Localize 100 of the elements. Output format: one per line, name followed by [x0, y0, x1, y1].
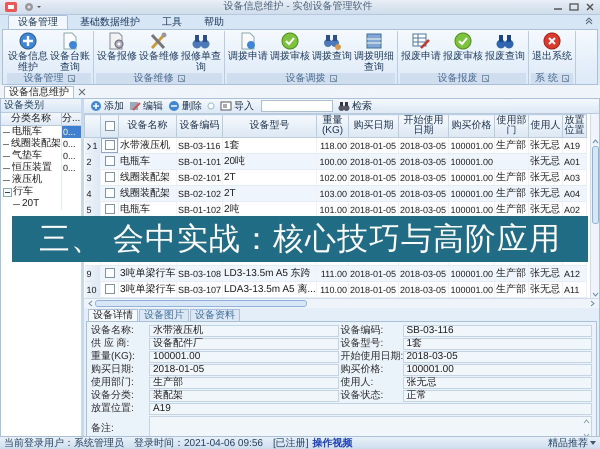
column-header[interactable]: 使用部门: [494, 114, 528, 138]
input-field[interactable]: 100001.00: [402, 364, 592, 376]
tree-value-cell[interactable]: 0...: [62, 162, 81, 174]
row-checkbox[interactable]: [104, 188, 114, 198]
ribbon-tab[interactable]: 设备管理: [8, 15, 68, 29]
vertical-scrollbar[interactable]: [590, 114, 599, 298]
row-checkbox[interactable]: [104, 268, 114, 278]
horizontal-scrollbar[interactable]: [84, 298, 599, 308]
ribbon-tab[interactable]: 工具: [152, 15, 192, 29]
scroll-down-icon[interactable]: [592, 292, 598, 298]
row-checkbox[interactable]: [104, 204, 114, 214]
row-checkbox[interactable]: [104, 156, 114, 166]
tree-value-cell[interactable]: 0...: [62, 138, 81, 150]
column-header[interactable]: 分...: [62, 113, 81, 125]
input-field[interactable]: 设备配件厂: [149, 338, 338, 350]
ribbon-button[interactable]: 调拨查询: [311, 31, 353, 73]
collapse-icon[interactable]: [3, 188, 12, 196]
dialog-launcher-icon[interactable]: [562, 75, 569, 82]
toolbar-button[interactable]: 添加: [90, 99, 124, 113]
input-field[interactable]: 生产部: [149, 377, 338, 389]
input-field[interactable]: 2018-01-05: [149, 364, 338, 376]
row-header[interactable]: 1: [84, 138, 100, 154]
toolbar-button[interactable]: 删除: [168, 99, 202, 113]
tree-item[interactable]: 20T: [22, 198, 40, 210]
tree-value-cell[interactable]: 0...: [62, 126, 81, 138]
input-field[interactable]: 2018-03-05: [402, 351, 592, 363]
column-header[interactable]: 使用人: [528, 114, 562, 138]
radio-icon[interactable]: [207, 102, 215, 110]
column-header[interactable]: 设备型号: [222, 114, 316, 138]
close-icon[interactable]: [584, 2, 596, 12]
select-all-checkbox[interactable]: [104, 120, 114, 131]
search-field[interactable]: [261, 100, 333, 112]
dialog-launcher-icon[interactable]: [178, 75, 184, 82]
column-header[interactable]: 放置位置: [562, 114, 586, 138]
row-header[interactable]: 10: [84, 282, 100, 298]
column-header[interactable]: 开始使用日期: [398, 114, 448, 138]
dialog-launcher-icon[interactable]: [330, 75, 336, 82]
dialog-launcher-icon[interactable]: [68, 75, 74, 82]
scroll-up-icon[interactable]: [592, 138, 598, 144]
maximize-icon[interactable]: [568, 2, 580, 12]
row-header[interactable]: 3: [84, 170, 100, 186]
ribbon-button[interactable]: 报废审核: [442, 31, 484, 73]
toolbar-button[interactable]: 导入: [220, 99, 254, 113]
ribbon-button[interactable]: 设备信息维护: [7, 31, 49, 73]
input-field[interactable]: 正常: [402, 390, 592, 402]
table-cell: 100001.00: [450, 284, 493, 294]
toolbar-button[interactable]: 编辑: [129, 99, 163, 113]
video-link[interactable]: 操作视频: [312, 436, 353, 449]
input-field[interactable]: SB-03-116: [402, 325, 592, 337]
input-field[interactable]: 100001.00: [149, 351, 338, 363]
column-header[interactable]: 购买价格: [448, 114, 494, 138]
scroll-right-icon[interactable]: [590, 300, 596, 307]
column-header[interactable]: 设备名称: [118, 114, 176, 138]
ribbon-button[interactable]: 报修单查询: [180, 31, 222, 73]
row-header[interactable]: 9: [84, 266, 100, 282]
scroll-left-icon[interactable]: [87, 300, 93, 307]
document-tab[interactable]: 设备信息维护: [4, 86, 74, 98]
input-field[interactable]: 张无忌: [402, 377, 592, 389]
input-field[interactable]: A19: [149, 403, 592, 415]
column-header[interactable]: 分类名称: [1, 113, 62, 125]
column-header[interactable]: 重量(KG): [316, 114, 348, 138]
ribbon-button[interactable]: 退出系统: [531, 31, 573, 73]
ribbon-button[interactable]: 调拨申请: [227, 31, 269, 73]
detail-tab[interactable]: 设备图片: [139, 309, 189, 321]
detail-tab[interactable]: 设备资料: [190, 309, 240, 321]
input-field[interactable]: 水带液压机: [149, 325, 338, 337]
row-header[interactable]: 2: [84, 154, 100, 170]
table-cell: 2018-01-05: [350, 172, 396, 182]
tree-item[interactable]: 电瓶车: [12, 126, 42, 138]
column-header[interactable]: 购买日期: [348, 114, 398, 138]
scroll-up-icon[interactable]: [583, 418, 590, 424]
tree-item[interactable]: 气垫车: [12, 150, 42, 162]
tree-item[interactable]: 行车: [13, 186, 33, 198]
tree-item[interactable]: 液压机: [12, 174, 42, 186]
ribbon-button[interactable]: 设备报修: [96, 31, 138, 73]
dialog-launcher-icon[interactable]: [482, 75, 488, 82]
ribbon-button[interactable]: 设备维修: [138, 31, 180, 73]
table-cell: SB-01-102: [178, 204, 222, 214]
ribbon-button[interactable]: 报废查询: [484, 31, 526, 73]
tree-value-cell[interactable]: 0...: [62, 150, 81, 162]
collapse-icon[interactable]: [584, 16, 594, 26]
ribbon-button[interactable]: 调拨审核: [269, 31, 311, 73]
tree-item[interactable]: 线圈装配架: [11, 138, 61, 150]
recommend-menu[interactable]: 精品推荐: [548, 436, 596, 449]
row-checkbox[interactable]: [104, 140, 114, 150]
search-button[interactable]: 检索: [338, 99, 372, 113]
ribbon-tab[interactable]: 帮助: [194, 15, 234, 29]
row-header[interactable]: 4: [84, 186, 100, 202]
ribbon-button[interactable]: 报废申请: [400, 31, 442, 73]
ribbon-button[interactable]: 设备台账查询: [49, 31, 91, 73]
input-field[interactable]: 1套: [402, 338, 592, 350]
close-icon[interactable]: [78, 88, 86, 96]
tree-item[interactable]: 恒压装置: [12, 162, 52, 174]
column-header[interactable]: 设备编码: [176, 114, 222, 138]
row-checkbox[interactable]: [104, 172, 114, 182]
detail-tab[interactable]: 设备详情: [88, 309, 138, 321]
row-checkbox[interactable]: [104, 284, 114, 294]
ribbon-button[interactable]: 调拨明细查询: [353, 31, 395, 73]
ribbon-tab[interactable]: 基础数据维护: [70, 15, 150, 29]
input-field[interactable]: 装配架: [149, 390, 338, 402]
